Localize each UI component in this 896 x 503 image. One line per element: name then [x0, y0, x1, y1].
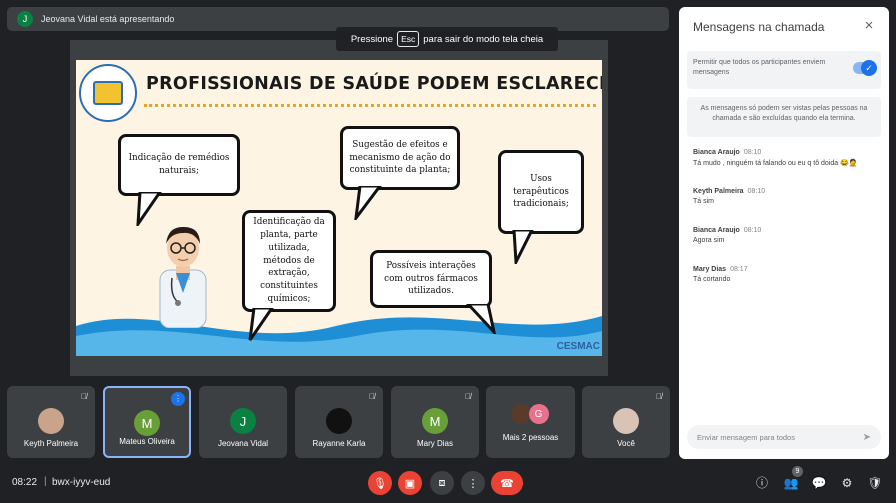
chat-input-placeholder: Enviar mensagem para todos [697, 432, 795, 442]
chat-message: Bianca Araujo 08:10 Agora sim [693, 227, 761, 244]
participant-tile[interactable]: 🎙̸ Rayanne Karla [295, 386, 383, 458]
brand-logo: CESMAC [556, 341, 600, 352]
chat-message: Bianca Araujo 08:10 Tá mudo , ninguém tá … [693, 149, 858, 167]
message-text: Tá cortando [693, 276, 731, 283]
bubble-tail [248, 308, 274, 341]
phone-hangup-icon: ☎ [500, 477, 514, 490]
fullscreen-hint: Pressione Esc para sair do modo tela che… [336, 27, 558, 51]
chat-message: Keyth Palmeira 08:10 Tá sim [693, 188, 765, 205]
shared-slide: PROFISSIONAIS DE SAÚDE PODEM ESCLARECER … [76, 60, 602, 356]
mic-off-icon: 🎙̸ [656, 392, 662, 401]
present-button[interactable]: ⧈ [430, 471, 454, 495]
end-call-button[interactable]: ☎ [491, 471, 523, 495]
message-text: Agora sim [693, 237, 725, 244]
presenter-text: Jeovana Vidal está apresentando [41, 14, 175, 24]
chat-notice: As mensagens só podem ser vistas pelas p… [687, 97, 881, 137]
more-options-button[interactable]: ⋮ [461, 471, 485, 495]
speech-bubble-remedios: Indicação de remédios naturais; [118, 134, 240, 196]
mic-off-button[interactable]: 🎙 [368, 471, 392, 495]
presenter-avatar: J [17, 11, 33, 27]
clock: 08:22 [12, 477, 38, 488]
mic-off-icon: 🎙̸ [81, 392, 87, 401]
host-controls-icon[interactable]: 🛡 [866, 474, 884, 492]
participant-name: Keyth Palmeira [23, 439, 79, 448]
message-time: 08:10 [743, 149, 762, 156]
participant-tile[interactable]: G Mais 2 pessoas [486, 386, 575, 458]
esc-hint-prefix: Pressione [350, 33, 394, 45]
bubble-tail [136, 192, 162, 226]
school-logo-icon [79, 64, 137, 122]
participant-name: Jeovana Vidal [217, 439, 269, 448]
message-author: Keyth Palmeira [693, 188, 744, 195]
meeting-code: bwx-iyyv-eud [52, 477, 111, 488]
message-time: 08:10 [747, 188, 766, 195]
presentation-stage: PROFISSIONAIS DE SAÚDE PODEM ESCLARECER … [70, 40, 608, 376]
avatar: G [528, 404, 549, 424]
mic-off-icon: 🎙 [373, 477, 387, 490]
message-author: Bianca Araujo [693, 149, 740, 156]
participant-tile[interactable]: ⋮ M Mateus Oliveira [103, 386, 191, 458]
check-icon: ✓ [861, 60, 877, 76]
chat-input[interactable]: Enviar mensagem para todos ➤ [687, 425, 881, 449]
esc-key: Esc [397, 31, 420, 47]
message-author: Mary Dias [693, 266, 727, 273]
speaking-indicator-icon: ⋮ [171, 392, 185, 406]
speech-bubble-interacoes: Possíveis interações com outros fármacos… [370, 250, 492, 308]
participant-name: Rayanne Karla [312, 439, 366, 448]
permit-messages-label: Permitir que todos os participantes envi… [693, 59, 826, 76]
chat-panel-title: Mensagens na chamada [693, 20, 825, 34]
chat-icon[interactable]: 💬 [810, 474, 828, 492]
present-screen-icon: ⧈ [438, 476, 446, 489]
speech-bubble-usos: Usos terapêuticos tradicionais; [498, 150, 584, 234]
speech-bubble-identificacao: Identificação da planta, parte utilizada… [242, 210, 336, 312]
message-time: 08:10 [743, 227, 762, 234]
participant-tile[interactable]: 🎙̸ Você [582, 386, 670, 458]
avatar [510, 404, 531, 424]
message-text: Tá sim [693, 198, 714, 205]
more-vert-icon: ⋮ [467, 477, 479, 490]
avatar [613, 408, 639, 434]
message-text: Tá mudo , ninguém tá falando ou eu q tô … [693, 160, 858, 167]
participant-name: Mais 2 pessoas [502, 433, 559, 442]
doctor-illustration-icon [159, 226, 207, 328]
speech-bubble-sugestao: Sugestão de efeitos e mecanismo de ação … [340, 126, 460, 190]
bubble-tail [512, 230, 534, 264]
bubble-tail [354, 186, 382, 220]
chat-panel: Mensagens na chamada × Permitir que todo… [679, 7, 889, 459]
permit-messages-setting: Permitir que todos os participantes envi… [687, 51, 881, 89]
participant-name: Você [617, 439, 635, 448]
esc-hint-suffix: para sair do modo tela cheia [423, 33, 544, 45]
participant-name: Mateus Oliveira [119, 437, 175, 446]
message-author: Bianca Araujo [693, 227, 740, 234]
participant-tile[interactable]: J Jeovana Vidal [199, 386, 287, 458]
mic-off-icon: 🎙̸ [465, 392, 471, 401]
camera-off-icon: ▣ [404, 477, 416, 490]
camera-off-button[interactable]: ▣ [398, 471, 422, 495]
avatar: M [422, 408, 448, 434]
send-icon[interactable]: ➤ [863, 432, 871, 443]
slide-title: PROFISSIONAIS DE SAÚDE PODEM ESCLARECER … [146, 74, 602, 94]
mic-off-icon: 🎙̸ [369, 392, 375, 401]
participant-count-badge: 9 [792, 466, 803, 477]
message-time: 08:17 [730, 266, 748, 273]
avatar [38, 408, 64, 434]
participant-name: Mary Dias [416, 439, 453, 448]
permit-messages-toggle[interactable]: ✓ [853, 60, 877, 76]
avatar [326, 408, 352, 434]
title-divider [144, 104, 596, 107]
info-icon[interactable]: ⓘ [753, 474, 771, 492]
avatar: M [134, 410, 160, 436]
participant-tile[interactable]: 🎙̸ Keyth Palmeira [7, 386, 95, 458]
participant-tile[interactable]: 🎙̸ M Mary Dias [391, 386, 479, 458]
separator: | [44, 476, 47, 487]
avatar: J [230, 408, 256, 434]
bubble-tail [466, 304, 496, 334]
activities-icon[interactable]: ⚙ [838, 474, 856, 492]
chat-message: Mary Dias 08:17 Tá cortando [693, 266, 748, 283]
close-icon[interactable]: × [859, 16, 879, 36]
